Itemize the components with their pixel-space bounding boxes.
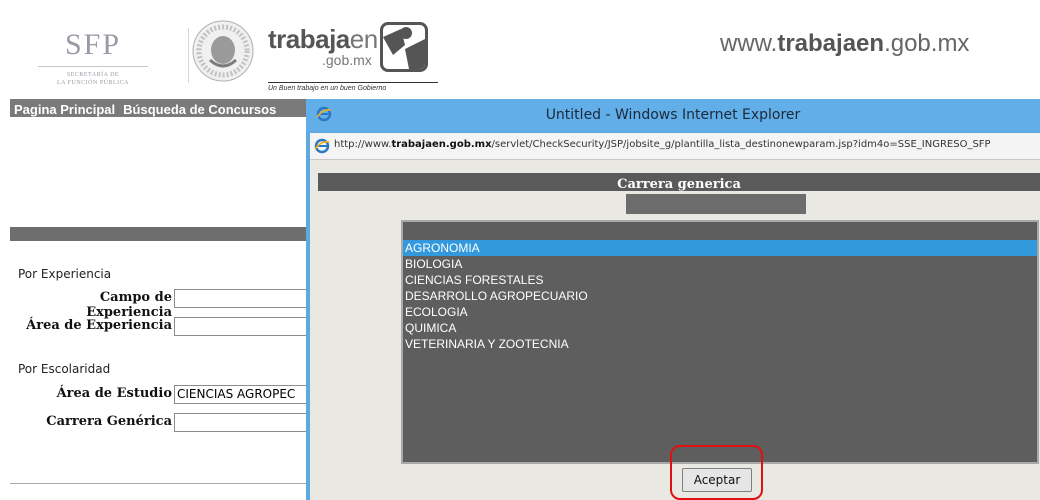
brand-word: trabaja [268,24,350,54]
page-icon [314,138,330,154]
address-path: /servlet/CheckSecurity/JSP/jobsite_g/pla… [491,139,991,150]
list-item-quimica[interactable]: QUIMICA [403,320,1037,336]
list-item-veterinaria-zootecnia[interactable]: VETERINARIA Y ZOOTECNIA [403,336,1037,352]
address-prefix: http://www. [334,139,392,150]
site-url-bold: trabajaen [777,30,885,57]
site-url-prefix: www. [720,30,778,57]
national-seal-icon [188,16,258,86]
window-titlebar[interactable]: Untitled - Windows Internet Explorer [306,99,1040,131]
filter-box [626,194,806,214]
listbox-top-spacer [403,222,1037,240]
campo-experiencia-input[interactable] [174,289,310,308]
sfp-logo-divider [38,66,148,67]
sfp-subtitle-1: SECRETARÍA DE [66,72,120,78]
site-url-suffix: .gob.mx [884,30,970,57]
list-item-ecologia[interactable]: ECOLOGIA [403,304,1037,320]
sfp-logo: SFP SECRETARÍA DE LA FUNCIÓN PÚBLICA [18,28,168,86]
carrera-generica-input[interactable] [174,413,310,432]
nav-home[interactable]: Pagina Principal [10,101,119,119]
brand-domain: .gob.mx [322,52,372,68]
brand-tagline: Un Buen trabajo en un buen Gobierno [268,82,438,92]
area-estudio-input[interactable]: CIENCIAS AGROPEC [174,385,310,404]
panel-title: Carrera generica [617,177,741,192]
career-listbox[interactable]: AGRONOMIA BIOLOGIA CIENCIAS FORESTALES D… [401,220,1039,464]
main-navbar: Pagina Principal Búsqueda de Concursos [10,99,310,117]
site-url: www.trabajaen.gob.mx [720,30,969,58]
nav-search-contests[interactable]: Búsqueda de Concursos [119,101,280,119]
address-domain: trabajaen.gob.mx [391,139,492,150]
annotation-highlight [670,445,763,500]
section-experience: Por Experiencia [18,267,112,281]
list-item-biologia[interactable]: BIOLOGIA [403,256,1037,272]
sfp-subtitle-2: LA FUNCIÓN PÚBLICA [56,80,129,86]
trabajaen-logo: trabajaen .gob.mx Un Buen trabajo en un … [268,20,438,102]
list-item-agronomia[interactable]: AGRONOMIA [403,240,1037,256]
label-area-estudio: Área de Estudio [56,386,172,401]
popup-content: Carrera generica AGRONOMIA BIOLOGIA CIEN… [310,160,1040,500]
label-carrera-generica: Carrera Genérica [46,414,172,429]
section-education: Por Escolaridad [18,362,111,376]
label-campo-experiencia: Campo de Experiencia [86,290,172,320]
address-url: http://www.trabajaen.gob.mx/servlet/Chec… [334,139,991,150]
left-bottom-divider [10,483,310,484]
section-divider-bar [10,227,310,241]
list-item-ciencias-forestales[interactable]: CIENCIAS FORESTALES [403,272,1037,288]
brand-figure-icon [380,22,428,72]
popup-window: Untitled - Windows Internet Explorer htt… [306,99,1040,500]
label-area-experiencia: Área de Experiencia [26,318,172,333]
area-experiencia-input[interactable] [174,317,310,336]
window-title: Untitled - Windows Internet Explorer [545,107,801,123]
list-item-desarrollo-agropecuario[interactable]: DESARROLLO AGROPECUARIO [403,288,1037,304]
panel-title-bar: Carrera generica [318,173,1040,192]
brand-word-suffix: en [349,24,378,54]
sfp-logo-text: SFP [64,28,122,61]
address-bar[interactable]: http://www.trabajaen.gob.mx/servlet/Chec… [310,133,1040,160]
